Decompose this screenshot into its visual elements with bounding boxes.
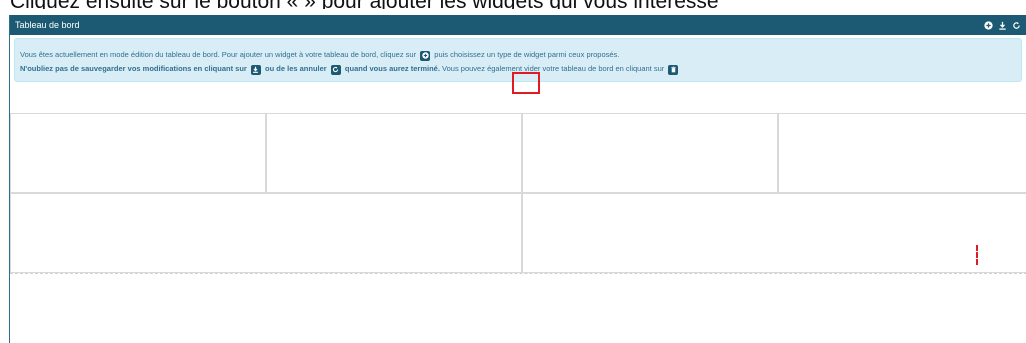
save-button[interactable] (998, 21, 1007, 30)
info-text: ou de les annuler (265, 64, 327, 73)
info-line-1: Vous êtes actuellement en mode édition d… (20, 50, 619, 61)
widget-slot[interactable] (522, 193, 1026, 273)
inline-save-button[interactable] (250, 64, 261, 75)
cancel-button[interactable] (1012, 21, 1021, 30)
trash-icon (671, 66, 676, 73)
dashboard-panel: Tableau de bord Vous êtes actuellement e… (9, 15, 1026, 343)
info-text: Vous pouvez également vider votre tablea… (442, 64, 665, 73)
info-text: N'oubliez pas de sauvegarder vos modific… (20, 64, 247, 73)
widget-slot[interactable] (778, 113, 1026, 193)
widget-slot[interactable] (10, 193, 522, 273)
highlight-box (512, 72, 540, 94)
info-text: puis choisissez un type de widget parmi … (434, 50, 620, 59)
widget-slot[interactable] (522, 113, 778, 193)
refresh-icon (1013, 21, 1020, 29)
inline-clear-button[interactable] (668, 64, 679, 75)
download-icon (999, 21, 1006, 30)
plus-circle-icon (984, 20, 993, 30)
plus-circle-icon (421, 52, 429, 59)
red-dashed-marker (976, 245, 979, 265)
dashboard-header: Tableau de bord (10, 15, 1026, 35)
info-text: quand vous aurez terminé. (344, 64, 440, 73)
info-text: Vous êtes actuellement en mode édition d… (20, 50, 417, 59)
download-icon (253, 66, 259, 73)
header-tools (984, 15, 1021, 35)
info-line-2: N'oubliez pas de sauvegarder vos modific… (20, 64, 680, 75)
edit-mode-info-alert: Vous êtes actuellement en mode édition d… (14, 38, 1022, 94)
grid-separator (10, 273, 1026, 274)
dashboard-title: Tableau de bord (15, 20, 80, 30)
inline-add-button[interactable] (420, 50, 431, 61)
widget-slot[interactable] (10, 113, 266, 193)
instruction-caption: Cliquez ensuite sur le bouton « » pour a… (0, 0, 1026, 9)
widget-slot[interactable] (266, 113, 522, 193)
add-widget-button[interactable] (984, 20, 993, 30)
inline-cancel-button[interactable] (330, 64, 341, 75)
refresh-icon (333, 66, 339, 73)
